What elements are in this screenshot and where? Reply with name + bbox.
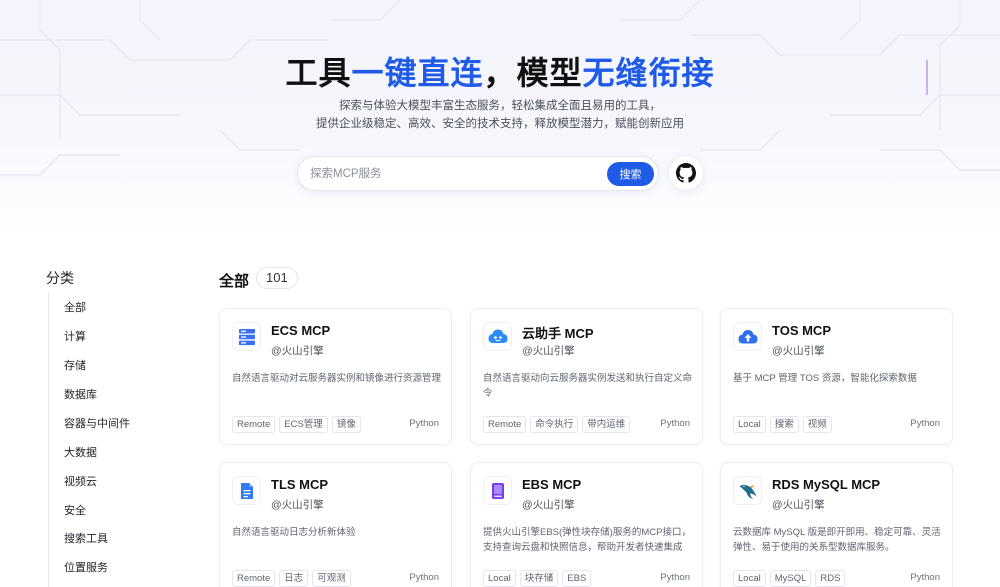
hero-title-part4: 无缝衔接 bbox=[582, 55, 715, 91]
card-tags: Remote 命令执行 带内运维 bbox=[483, 416, 631, 433]
card-tag: ECS管理 bbox=[279, 416, 328, 433]
ecs-server-icon bbox=[238, 328, 255, 345]
card-tags: Local MySQL RDS bbox=[733, 570, 846, 587]
card-language: Python bbox=[910, 572, 940, 583]
card-language: Python bbox=[660, 572, 690, 583]
mcp-card-tls[interactable]: TLS MCP @火山引擎 自然语言驱动日志分析新体验 Remote 日志 可观… bbox=[219, 462, 452, 587]
mcp-card-rds-mysql[interactable]: RDS MySQL MCP @火山引擎 云数据库 MySQL 版是即开即用、稳定… bbox=[720, 462, 953, 587]
ebs-disk-icon bbox=[491, 482, 504, 499]
sidebar-item-storage[interactable]: 存储 bbox=[64, 357, 86, 373]
card-logo bbox=[483, 476, 512, 505]
card-org: @火山引擎 bbox=[522, 345, 575, 357]
card-title: TLS MCP bbox=[271, 477, 329, 492]
sidebar-item-compute[interactable]: 计算 bbox=[64, 328, 86, 344]
sidebar-item-security[interactable]: 安全 bbox=[64, 502, 86, 518]
card-title: TOS MCP bbox=[772, 323, 831, 338]
card-tag: 命令执行 bbox=[530, 416, 579, 433]
sidebar-item-location[interactable]: 位置服务 bbox=[64, 559, 108, 575]
card-description: 基于 MCP 管理 TOS 资源，智能化探索数据 bbox=[733, 373, 917, 384]
hero-subtitle-line1: 探索与体验大模型丰富生态服务，轻松集成全面且易用的工具， bbox=[339, 100, 661, 112]
card-tag: Local bbox=[733, 416, 766, 433]
category-sidebar: 全部 计算 存储 数据库 容器与中间件 大数据 视频云 安全 搜索工具 位置服务 bbox=[48, 292, 168, 587]
card-description: 自然语言驱动对云服务器实例和镜像进行资源管理 bbox=[232, 373, 442, 384]
hero-title-part1: 工具 bbox=[285, 55, 352, 91]
hero-banner: 工具一键直连，模型无缝衔接 探索与体验大模型丰富生态服务，轻松集成全面且易用的工… bbox=[0, 0, 1000, 240]
card-tag: Local bbox=[733, 570, 766, 587]
card-language: Python bbox=[910, 418, 940, 429]
card-title: 云助手 MCP bbox=[522, 326, 594, 341]
card-tag: Remote bbox=[232, 416, 276, 433]
card-org: @火山引擎 bbox=[772, 499, 825, 511]
card-tag: 搜索 bbox=[769, 416, 799, 433]
card-tag: 镜像 bbox=[331, 416, 361, 433]
sidebar-item-database[interactable]: 数据库 bbox=[64, 386, 97, 402]
card-description: 云数据库 MySQL 版是即开即用、稳定可靠、灵活弹性、易于使用的关系型数据库服… bbox=[733, 527, 941, 553]
mysql-dolphin-icon bbox=[739, 484, 756, 499]
card-tag: 带内运维 bbox=[582, 416, 631, 433]
mcp-card-ebs[interactable]: EBS MCP @火山引擎 提供火山引擎EBS(弹性块存储)服务的MCP接口，支… bbox=[470, 462, 703, 587]
card-tag: Remote bbox=[483, 416, 527, 433]
card-logo bbox=[483, 322, 512, 351]
card-tags: Local 搜索 视频 bbox=[733, 416, 832, 433]
card-logo bbox=[232, 322, 261, 351]
github-button[interactable] bbox=[668, 155, 704, 191]
card-org: @火山引擎 bbox=[271, 345, 324, 357]
card-tags: Remote 日志 可观测 bbox=[232, 570, 351, 587]
search-input[interactable] bbox=[310, 157, 600, 190]
mcp-card-tos[interactable]: TOS MCP @火山引擎 基于 MCP 管理 TOS 资源，智能化探索数据 L… bbox=[720, 308, 953, 445]
cloud-assistant-icon bbox=[488, 329, 507, 343]
card-title: ECS MCP bbox=[271, 323, 331, 338]
card-title: RDS MySQL MCP bbox=[772, 477, 881, 492]
card-tag: RDS bbox=[815, 570, 846, 587]
card-title: EBS MCP bbox=[522, 477, 582, 492]
card-logo bbox=[733, 476, 762, 505]
count-badge: 101 bbox=[256, 267, 298, 289]
card-language: Python bbox=[409, 572, 439, 583]
card-language: Python bbox=[409, 418, 439, 429]
card-tag: 日志 bbox=[279, 570, 309, 587]
card-tag: EBS bbox=[562, 570, 592, 587]
hero-title-part3: ，模型 bbox=[483, 55, 583, 91]
card-tag: Remote bbox=[232, 570, 276, 587]
card-description: 提供火山引擎EBS(弹性块存储)服务的MCP接口，支持查询云盘和快照信息，帮助开… bbox=[483, 527, 691, 553]
hero-title-part2: 一键直连 bbox=[351, 55, 484, 91]
sidebar-item-bigdata[interactable]: 大数据 bbox=[64, 444, 97, 460]
card-tag: 块存储 bbox=[519, 570, 559, 587]
hero-subtitle-line2: 提供企业级稳定、高效、安全的技术支持，释放模型潜力，赋能创新应用 bbox=[316, 118, 684, 130]
sidebar-item-video-cloud[interactable]: 视频云 bbox=[64, 473, 97, 489]
card-tag: 可观测 bbox=[312, 570, 351, 587]
card-description: 自然语言驱动日志分析新体验 bbox=[232, 527, 356, 538]
mcp-card-ecs[interactable]: ECS MCP @火山引擎 自然语言驱动对云服务器实例和镜像进行资源管理 Rem… bbox=[219, 308, 452, 445]
card-tag: Local bbox=[483, 570, 516, 587]
card-tags: Local 块存储 EBS bbox=[483, 570, 592, 587]
tls-log-icon bbox=[240, 482, 253, 499]
github-icon bbox=[676, 163, 696, 183]
sidebar-item-all[interactable]: 全部 bbox=[64, 299, 86, 315]
card-description: 自然语言驱动向云服务器实例发送和执行自定义命令 bbox=[483, 373, 693, 399]
hero-title: 工具一键直连，模型无缝衔接 bbox=[0, 48, 1000, 94]
card-tags: Remote ECS管理 镜像 bbox=[232, 416, 361, 433]
sidebar-title: 分类 bbox=[46, 270, 74, 286]
search-button[interactable]: 搜索 bbox=[607, 162, 654, 186]
search-bar: 搜索 bbox=[297, 156, 659, 191]
card-org: @火山引擎 bbox=[271, 499, 324, 511]
section-title: 全部 bbox=[219, 273, 250, 290]
card-tag: MySQL bbox=[769, 570, 812, 587]
mcp-card-cloud-assistant[interactable]: 云助手 MCP @火山引擎 自然语言驱动向云服务器实例发送和执行自定义命令 Re… bbox=[470, 308, 703, 445]
card-tag: 视频 bbox=[802, 416, 832, 433]
tos-storage-icon bbox=[738, 329, 757, 343]
card-language: Python bbox=[660, 418, 690, 429]
card-logo bbox=[733, 322, 762, 351]
card-logo bbox=[232, 476, 261, 505]
sidebar-item-container-middleware[interactable]: 容器与中间件 bbox=[64, 415, 130, 431]
sidebar-item-search-tools[interactable]: 搜索工具 bbox=[64, 530, 108, 546]
card-org: @火山引擎 bbox=[522, 499, 575, 511]
card-org: @火山引擎 bbox=[772, 345, 825, 357]
